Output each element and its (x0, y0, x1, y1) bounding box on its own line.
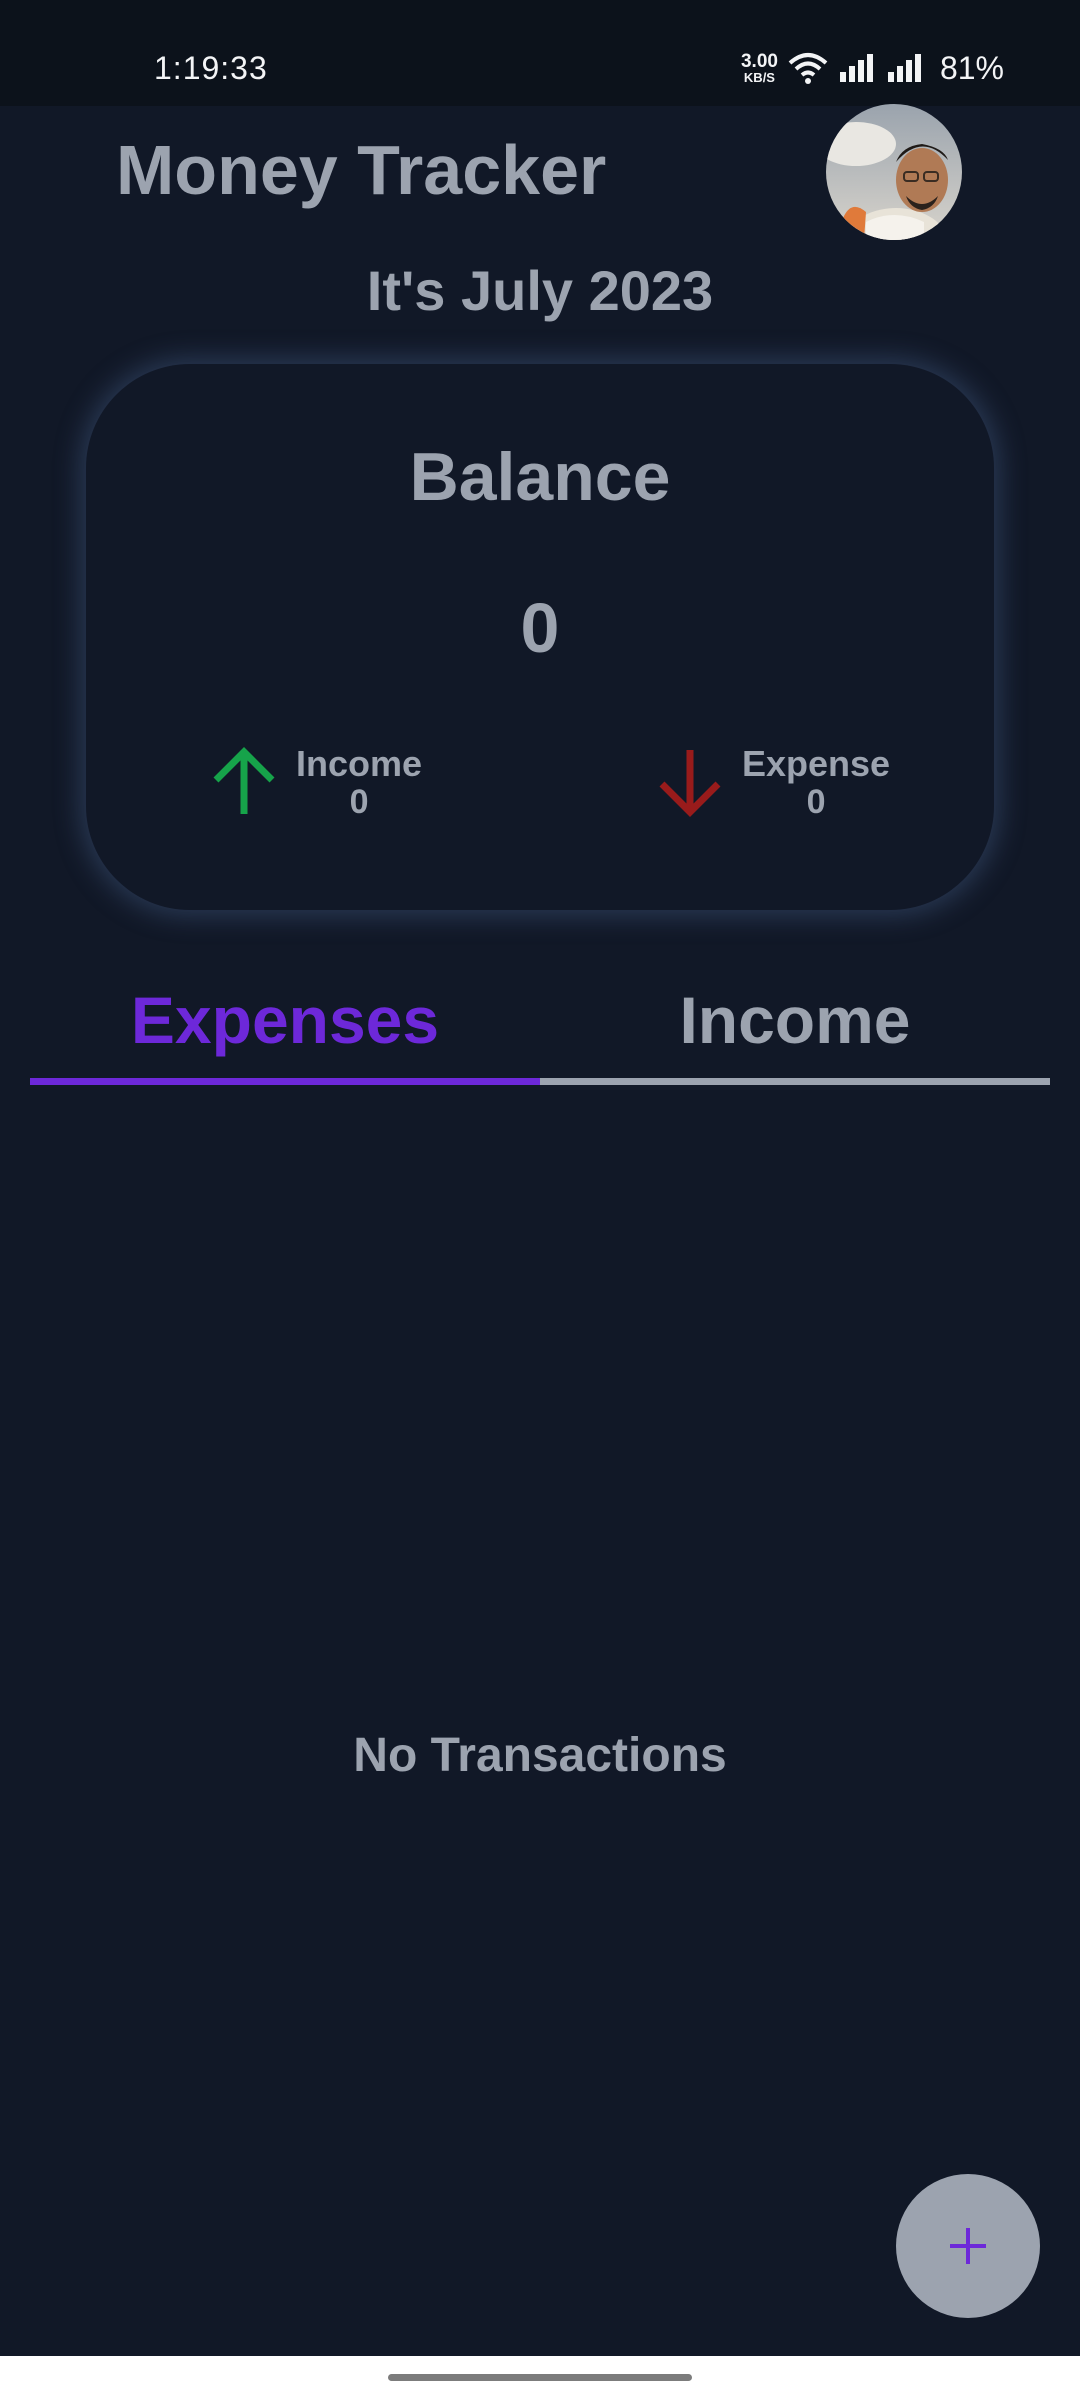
signal-icon (887, 54, 921, 82)
arrow-up-icon (213, 747, 275, 815)
tab-bar: Expenses Income (30, 970, 1050, 1085)
plus-icon (950, 2228, 986, 2264)
tab-income[interactable]: Income (540, 970, 1050, 1085)
tab-expenses[interactable]: Expenses (30, 970, 540, 1085)
home-indicator[interactable] (388, 2374, 692, 2381)
network-speed: 3.00 KB/S (741, 52, 778, 84)
avatar[interactable] (826, 104, 962, 240)
income-value: 0 (349, 782, 369, 821)
status-icons: 3.00 KB/S 81% (741, 48, 1004, 88)
income-label: Income (296, 743, 423, 784)
status-bar: 1:19:33 3.00 KB/S 81% (0, 0, 1080, 106)
month-label: It's July 2023 (366, 259, 714, 322)
app-title: Money Tracker (116, 131, 607, 209)
balance-value: 0 (520, 589, 560, 667)
balance-card: Balance 0 Income 0 Expense 0 (86, 364, 994, 910)
avatar-photo (826, 104, 962, 240)
balance-label: Balance (409, 439, 671, 515)
add-transaction-button[interactable] (896, 2174, 1040, 2318)
expense-value: 0 (806, 782, 826, 821)
expense-label: Expense (742, 743, 891, 784)
network-speed-unit: KB/S (743, 70, 775, 85)
signal-icon (839, 54, 873, 82)
arrow-down-icon (659, 750, 721, 818)
status-time: 1:19:33 (154, 50, 268, 86)
empty-state: No Transactions (353, 1729, 727, 1782)
battery-level: 81% (939, 49, 1004, 86)
network-speed-value: 3.00 (740, 51, 778, 72)
expense-summary: Expense 0 (652, 744, 890, 821)
wifi-icon (788, 53, 828, 84)
income-summary: Income 0 (206, 744, 422, 821)
navigation-bar (0, 2356, 1080, 2400)
